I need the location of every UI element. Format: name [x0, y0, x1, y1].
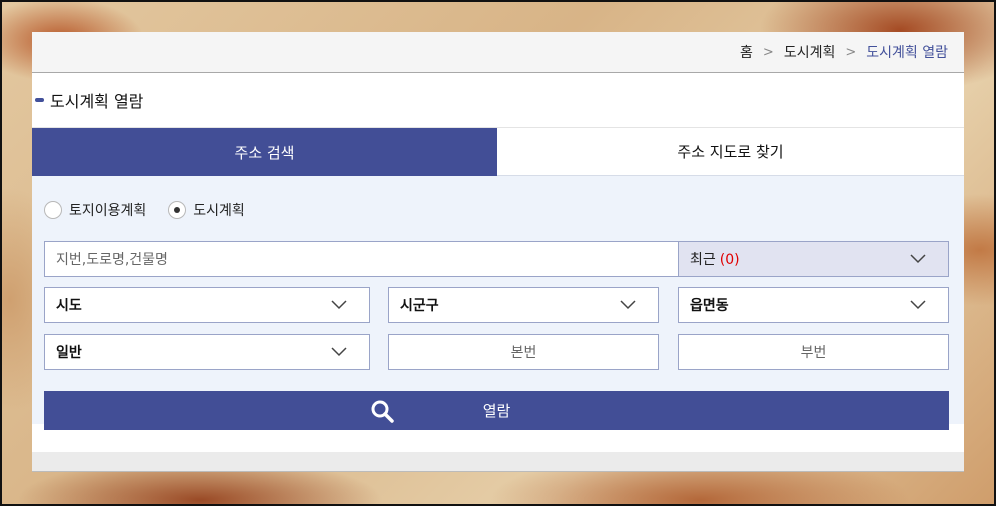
tab-address-map[interactable]: 주소 지도로 찾기: [497, 128, 964, 176]
bonbun-input[interactable]: 본번: [388, 334, 659, 370]
chevron-down-icon: [331, 300, 347, 310]
page-title: 도시계획 열람: [50, 92, 144, 111]
recent-count: (0): [719, 252, 740, 268]
breadcrumb: 홈 > 도시계획 > 도시계획 열람: [32, 32, 964, 73]
chevron-down-icon: [620, 300, 636, 310]
tab-address-search[interactable]: 주소 검색: [32, 128, 497, 176]
radio-label: 도시계획: [193, 203, 245, 219]
sido-select[interactable]: 시도: [44, 287, 370, 323]
breadcrumb-current: 도시계획 열람: [866, 45, 948, 61]
plan-type-radio-group: 토지이용계획 도시계획: [44, 200, 267, 220]
radio-label: 토지이용계획: [69, 203, 147, 219]
bubun-input[interactable]: 부번: [678, 334, 949, 370]
sigungu-select[interactable]: 시군구: [388, 287, 659, 323]
view-button-label: 열람: [482, 402, 511, 420]
chevron-down-icon: [910, 254, 926, 264]
address-search-input[interactable]: 지번,도로명,건물명: [44, 241, 679, 277]
eupmyeondong-select-value: 읍면동: [690, 298, 729, 314]
eupmyeondong-select[interactable]: 읍면동: [678, 287, 949, 323]
breadcrumb-separator-icon: >: [845, 44, 857, 60]
bonbun-placeholder: 본번: [510, 345, 537, 361]
title-row: 도시계획 열람: [32, 73, 964, 128]
sido-select-value: 시도: [56, 298, 82, 314]
search-icon: [371, 400, 394, 423]
chevron-down-icon: [910, 300, 926, 310]
breadcrumb-separator-icon: >: [762, 44, 774, 60]
title-marker-icon: [35, 98, 44, 102]
address-search-placeholder: 지번,도로명,건물명: [56, 252, 168, 268]
search-area: 토지이용계획 도시계획 지번,도로명,건물명 최근(0) 시도 시군구 읍면동: [32, 176, 964, 430]
view-button[interactable]: 열람: [44, 391, 949, 430]
footer-strip: [32, 452, 964, 472]
chevron-down-icon: [331, 347, 347, 357]
sigungu-select-value: 시군구: [400, 298, 439, 314]
recent-search-select[interactable]: 최근 (0): [678, 241, 949, 277]
radio-checked-icon: [168, 201, 187, 219]
tab-bar: 주소 검색 주소 지도로 찾기: [32, 128, 964, 176]
radio-land-use-plan[interactable]: 토지이용계획: [44, 200, 146, 220]
bubun-placeholder: 부번: [800, 345, 827, 361]
radio-unchecked-icon: [44, 201, 62, 219]
main-panel: 홈 > 도시계획 > 도시계획 열람 도시계획 열람 주소 검색 주소 지도로 …: [32, 32, 964, 472]
land-type-select-value: 일반: [56, 345, 82, 361]
land-type-select[interactable]: 일반: [44, 334, 370, 370]
breadcrumb-home[interactable]: 홈: [740, 42, 753, 62]
breadcrumb-level1[interactable]: 도시계획: [784, 42, 836, 62]
radio-urban-plan[interactable]: 도시계획: [168, 200, 245, 220]
recent-label: 최근 (0): [690, 252, 740, 268]
